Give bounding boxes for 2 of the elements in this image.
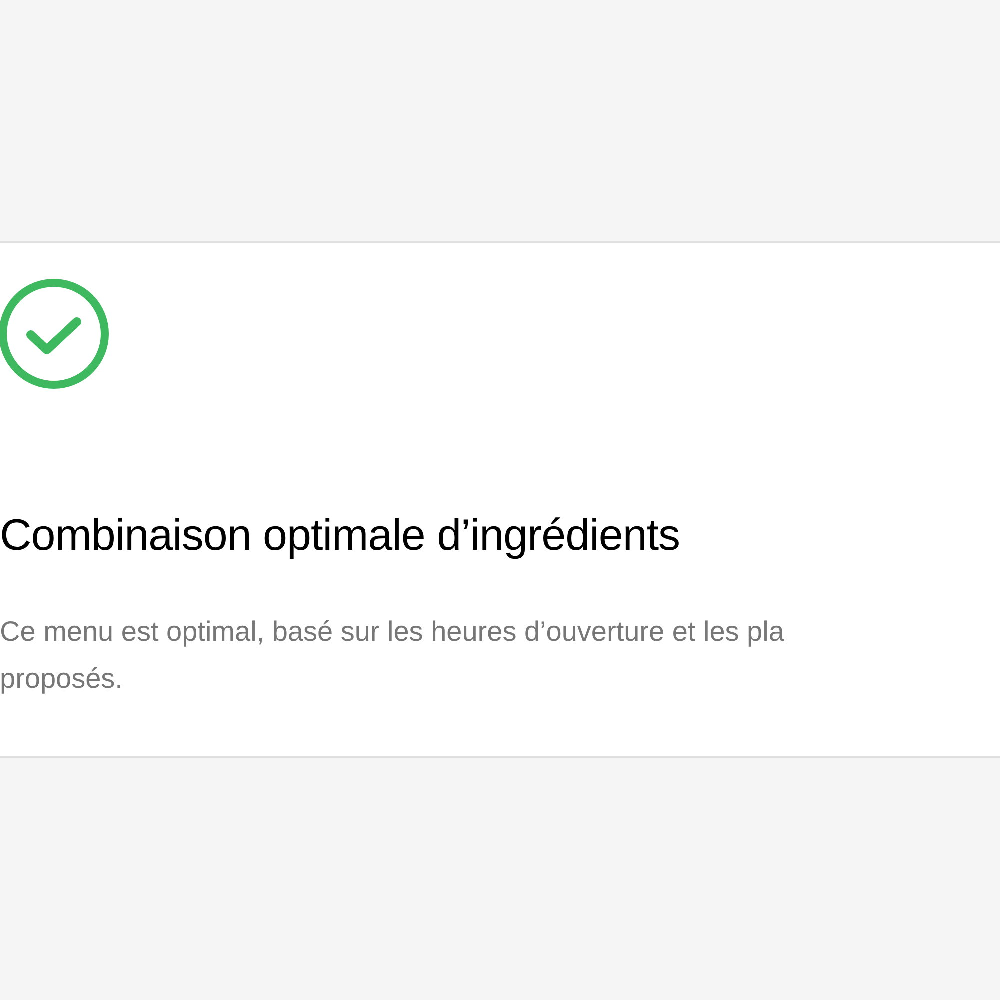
result-description: Ce menu est optimal, basé sur les heures d’ouverture et les pla proposés.	[0, 615, 784, 696]
result-title: Combinaison optimale d’ingrédients	[0, 510, 680, 562]
